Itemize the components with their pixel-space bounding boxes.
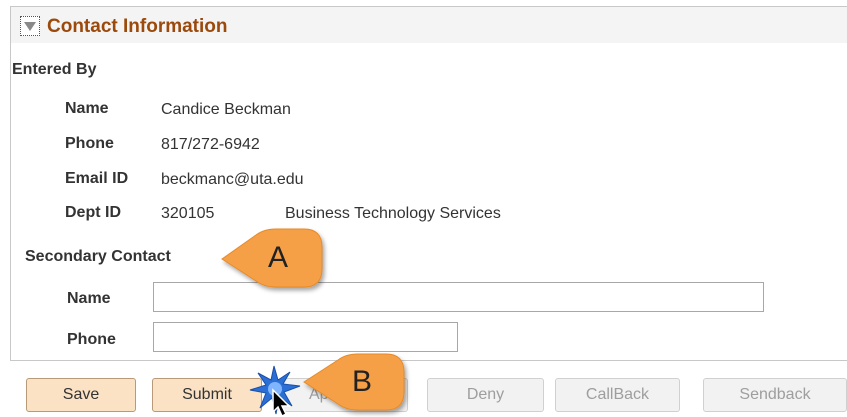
secondary-phone-input[interactable] (153, 322, 458, 352)
entered-by-name-label: Name (65, 100, 109, 117)
sendback-button[interactable]: Sendback (703, 378, 847, 412)
deny-button[interactable]: Deny (427, 378, 544, 412)
callout-a-letter: A (268, 241, 289, 274)
secondary-contact-heading: Secondary Contact (25, 248, 171, 265)
entered-by-dept-label: Dept ID (65, 204, 121, 221)
click-burst-icon (249, 365, 301, 417)
secondary-name-label: Name (67, 290, 111, 307)
entered-by-email-label: Email ID (65, 170, 129, 187)
callback-button[interactable]: CallBack (555, 378, 680, 412)
triangle-down-icon[interactable] (20, 16, 40, 36)
entered-by-name-value: Candice Beckman (161, 101, 291, 118)
secondary-phone-label: Phone (67, 331, 116, 348)
panel-header: Contact Information (11, 7, 847, 43)
entered-by-heading: Entered By (12, 61, 97, 78)
entered-by-phone-label: Phone (65, 135, 114, 152)
entered-by-phone-value: 817/272-6942 (161, 136, 260, 153)
entered-by-email-value: beckmanc@uta.edu (161, 171, 304, 188)
entered-by-dept-name-value: Business Technology Services (285, 205, 501, 222)
entered-by-dept-id-value: 320105 (161, 205, 215, 222)
callout-b-letter: B (352, 365, 373, 398)
panel-title: Contact Information (47, 16, 228, 37)
save-button[interactable]: Save (26, 378, 136, 412)
